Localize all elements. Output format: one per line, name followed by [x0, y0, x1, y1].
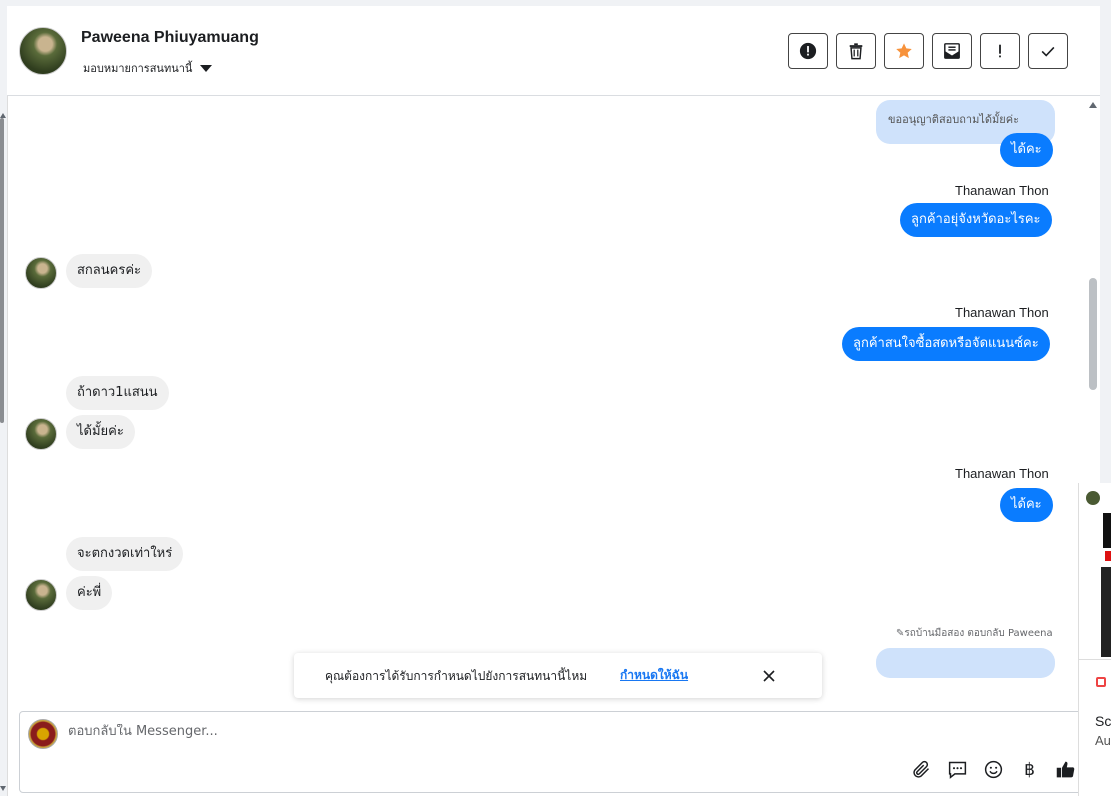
- emoji-button[interactable]: [982, 758, 1005, 781]
- message-bubble-incoming[interactable]: สกลนครค่ะ: [66, 254, 153, 288]
- caret-down-icon: [200, 64, 213, 72]
- exclamation-icon: [999, 44, 1001, 58]
- close-icon[interactable]: [760, 667, 778, 685]
- message-bubble-outgoing[interactable]: ลูกค้าอยุ่จังหวัดอะไรคะ: [900, 203, 1052, 237]
- preview-title: Scr: [1095, 713, 1111, 729]
- contact-name[interactable]: Paweena Phiuyamuang: [81, 29, 259, 47]
- emoji-icon: [984, 760, 1003, 779]
- preview-badge: [1105, 551, 1111, 561]
- message-list[interactable]: ขออนุญาติสอบถามได้มั้ยค่ะ ได้คะ Thanawan…: [7, 96, 1085, 706]
- sender-name: Thanawan Thon: [955, 305, 1049, 320]
- saved-reply-button[interactable]: [946, 758, 969, 781]
- side-preview-panel[interactable]: Scr Au: [1078, 483, 1111, 796]
- report-button[interactable]: [788, 33, 828, 69]
- page-avatar: [28, 719, 58, 749]
- attach-button[interactable]: [910, 758, 933, 781]
- preview-thumbnail: [1101, 567, 1111, 657]
- quoted-message-partial: [876, 648, 1055, 678]
- preview-thumbnail: [1103, 513, 1111, 548]
- assign-prompt-text: คุณต้องการได้รับการกำหนดไปยังการสนทนานี้…: [325, 669, 588, 683]
- assign-to-me-link[interactable]: กำหนดให้ฉัน: [620, 666, 688, 685]
- trash-icon: [849, 43, 863, 60]
- reply-note-text: รถบ้านมือสอง ตอบกลับ Paweena: [904, 628, 1053, 639]
- app-icon: [1096, 677, 1106, 687]
- conversation-actions: [788, 33, 1068, 69]
- star-button[interactable]: [884, 33, 924, 69]
- like-button[interactable]: [1054, 758, 1077, 781]
- contact-avatar-small[interactable]: [25, 418, 57, 450]
- contact-avatar[interactable]: [19, 27, 67, 75]
- left-scrollbar-thumb[interactable]: [0, 118, 4, 423]
- like-icon: [1056, 761, 1075, 778]
- message-bubble-incoming[interactable]: จะตกงวดเท่าใหร่: [66, 537, 184, 571]
- delete-button[interactable]: [836, 33, 876, 69]
- message-bubble-incoming[interactable]: ได้มั้ยค่ะ: [66, 415, 135, 449]
- sender-name: Thanawan Thon: [955, 466, 1049, 481]
- message-bubble-outgoing[interactable]: ลูกค้าสนใจซื้อสดหรือจัดแนนซ์คะ: [842, 327, 1050, 361]
- contact-avatar-small[interactable]: [25, 579, 57, 611]
- contact-avatar-small[interactable]: [25, 257, 57, 289]
- preview-avatar: [1086, 491, 1100, 505]
- preview-subtitle: Au: [1095, 733, 1111, 748]
- envelope-icon: [944, 43, 960, 59]
- preview-divider: [1079, 659, 1111, 660]
- message-bubble-incoming[interactable]: ถ้าดาว1แสนน: [66, 376, 169, 410]
- conversation-header: Paweena Phiuyamuang มอบหมายการสนทนานี้: [7, 6, 1100, 96]
- assign-prompt: คุณต้องการได้รับการกำหนดไปยังการสนทนานี้…: [294, 653, 822, 698]
- spam-button[interactable]: [980, 33, 1020, 69]
- sender-name: Thanawan Thon: [955, 183, 1049, 198]
- saved-reply-icon: [948, 761, 967, 779]
- assign-conversation-dropdown[interactable]: มอบหมายการสนทนานี้: [83, 59, 213, 77]
- paperclip-icon: [913, 760, 930, 778]
- message-bubble-outgoing[interactable]: ได้คะ: [1000, 488, 1053, 522]
- message-bubble-incoming[interactable]: ค่ะพี่: [66, 576, 113, 610]
- left-scroll-down-arrow[interactable]: [0, 786, 6, 791]
- scroll-up-arrow[interactable]: [1089, 102, 1097, 108]
- alert-circle-icon: [799, 42, 817, 60]
- assign-label: มอบหมายการสนทนานี้: [83, 62, 193, 75]
- composer-tools: ฿: [910, 758, 1077, 781]
- check-icon: [1041, 46, 1055, 57]
- done-button[interactable]: [1028, 33, 1068, 69]
- message-bubble-outgoing[interactable]: ได้คะ: [1000, 133, 1053, 167]
- reply-note: ✎รถบ้านมือสอง ตอบกลับ Paweena: [896, 626, 1053, 641]
- payment-button[interactable]: ฿: [1018, 758, 1041, 781]
- reply-input[interactable]: [68, 724, 868, 739]
- star-icon: [896, 43, 912, 59]
- mark-unread-button[interactable]: [932, 33, 972, 69]
- scrollbar-thumb[interactable]: [1089, 278, 1097, 390]
- baht-icon: ฿: [1024, 759, 1035, 780]
- message-composer: ฿: [19, 711, 1089, 793]
